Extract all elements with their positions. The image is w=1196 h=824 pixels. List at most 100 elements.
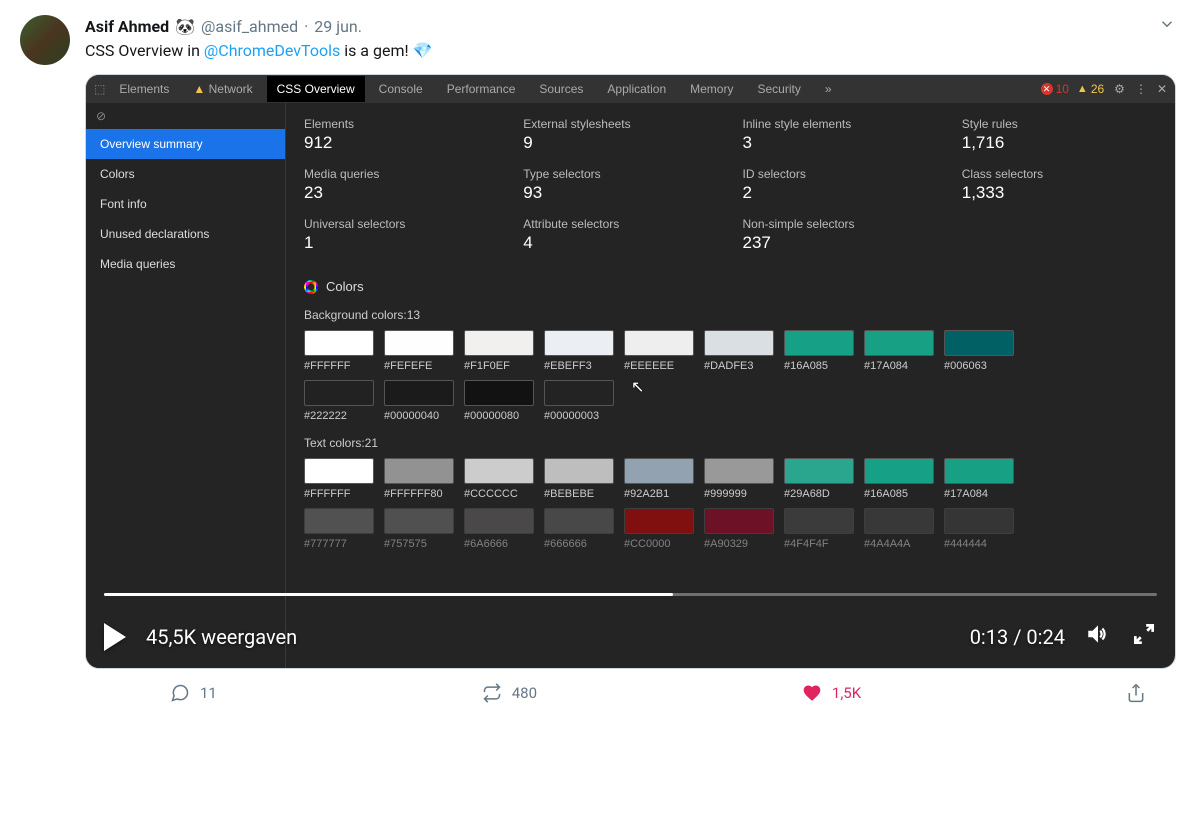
- video-time: 0:13 / 0:24: [970, 625, 1065, 649]
- color-swatch[interactable]: #A90329: [704, 508, 774, 550]
- color-swatch[interactable]: #4F4F4F: [784, 508, 854, 550]
- text-colors-label: Text colors:21: [304, 436, 1157, 450]
- color-swatch[interactable]: #CC0000: [624, 508, 694, 550]
- color-swatch[interactable]: #6A6666: [464, 508, 534, 550]
- gear-icon[interactable]: ⚙: [1114, 82, 1125, 96]
- tab-sources[interactable]: Sources: [529, 76, 593, 102]
- bg-colors-label: Background colors:13: [304, 308, 1157, 322]
- color-swatch[interactable]: #17A084: [944, 458, 1014, 500]
- no-icon[interactable]: ⊘: [86, 103, 285, 129]
- tweet-content: Asif Ahmed 🐼 @asif_ahmed · 29 jun. CSS O…: [85, 15, 1176, 713]
- error-badge[interactable]: ✕10: [1041, 82, 1069, 96]
- tab-memory[interactable]: Memory: [680, 76, 743, 102]
- volume-icon[interactable]: [1085, 621, 1111, 652]
- tab-application[interactable]: Application: [597, 76, 676, 102]
- color-swatch[interactable]: #4A4A4A: [864, 508, 934, 550]
- stat-item: Style rules1,716: [962, 117, 1157, 153]
- color-code: #999999: [704, 488, 747, 500]
- sidebar-item-colors[interactable]: Colors: [86, 159, 285, 189]
- color-swatch[interactable]: #17A084: [864, 330, 934, 372]
- stat-label: Style rules: [962, 117, 1157, 131]
- tab-console[interactable]: Console: [369, 76, 433, 102]
- color-swatch[interactable]: #222222: [304, 380, 374, 422]
- color-swatch[interactable]: #757575: [384, 508, 454, 550]
- stat-label: Type selectors: [523, 167, 718, 181]
- reply-button[interactable]: 11: [170, 683, 217, 703]
- color-code: #777777: [304, 538, 347, 550]
- devtools-ui: ⬚ Elements ▲ Network CSS Overview Consol…: [86, 75, 1175, 668]
- color-code: #00000003: [544, 410, 599, 422]
- stat-label: Media queries: [304, 167, 499, 181]
- color-swatch[interactable]: #999999: [704, 458, 774, 500]
- color-code: #00000080: [464, 410, 519, 422]
- stats-grid: Elements912External stylesheets9Inline s…: [304, 117, 1157, 253]
- video-progress[interactable]: [104, 593, 1157, 596]
- play-button[interactable]: [104, 623, 126, 651]
- tab-network[interactable]: ▲ Network: [183, 76, 262, 102]
- tab-elements[interactable]: Elements: [109, 76, 179, 102]
- color-swatch[interactable]: #F1F0EF: [464, 330, 534, 372]
- color-swatch[interactable]: #00000040: [384, 380, 454, 422]
- color-swatch[interactable]: #FEFEFE: [384, 330, 454, 372]
- sidebar-item-overview[interactable]: Overview summary: [86, 129, 285, 159]
- color-code: #00000040: [384, 410, 439, 422]
- color-code: #16A085: [784, 360, 828, 372]
- like-count: 1,5K: [832, 684, 861, 702]
- sidebar-item-font[interactable]: Font info: [86, 189, 285, 219]
- color-code: #666666: [544, 538, 587, 550]
- color-swatch[interactable]: #EBEFF3: [544, 330, 614, 372]
- stat-item: Non-simple selectors237: [743, 217, 938, 253]
- color-swatch[interactable]: #29A68D: [784, 458, 854, 500]
- avatar[interactable]: [20, 15, 70, 65]
- color-swatch[interactable]: #CCCCCC: [464, 458, 534, 500]
- color-swatch[interactable]: #00000080: [464, 380, 534, 422]
- retweet-button[interactable]: 480: [482, 683, 537, 703]
- color-swatch[interactable]: #FFFFFF: [304, 330, 374, 372]
- color-swatch[interactable]: #BEBEBE: [544, 458, 614, 500]
- color-swatch[interactable]: #FFFFFF80: [384, 458, 454, 500]
- stat-value: 2: [743, 183, 938, 203]
- color-swatch[interactable]: #16A085: [864, 458, 934, 500]
- close-icon[interactable]: ✕: [1157, 82, 1167, 96]
- sidebar-item-media[interactable]: Media queries: [86, 249, 285, 279]
- inspect-icon[interactable]: ⬚: [94, 82, 105, 96]
- color-swatch[interactable]: #666666: [544, 508, 614, 550]
- author-name[interactable]: Asif Ahmed: [85, 17, 169, 36]
- stat-value: 23: [304, 183, 499, 203]
- share-button[interactable]: [1126, 683, 1146, 703]
- stat-item: Type selectors93: [523, 167, 718, 203]
- sidebar-item-unused[interactable]: Unused declarations: [86, 219, 285, 249]
- tweet-header: Asif Ahmed 🐼 @asif_ahmed · 29 jun.: [85, 15, 1176, 37]
- swatch-row: #FFFFFF #FFFFFF80#CCCCCC#BEBEBE#92A2B1 #99…: [304, 458, 1157, 500]
- devtools-main: Elements912External stylesheets9Inline s…: [286, 103, 1175, 668]
- gem-icon: 💎: [413, 41, 433, 60]
- color-swatch[interactable]: #16A085: [784, 330, 854, 372]
- tab-more[interactable]: »: [815, 76, 842, 102]
- view-count: 45,5K weergaven: [146, 625, 297, 649]
- color-swatch[interactable]: #FFFFFF: [304, 458, 374, 500]
- color-swatch[interactable]: #92A2B1: [624, 458, 694, 500]
- tab-performance[interactable]: Performance: [437, 76, 526, 102]
- stat-value: 3: [743, 133, 938, 153]
- color-swatch[interactable]: #EEEEEE: [624, 330, 694, 372]
- color-swatch[interactable]: #00000003: [544, 380, 614, 422]
- kebab-icon[interactable]: ⋮: [1135, 82, 1147, 96]
- stat-label: Non-simple selectors: [743, 217, 938, 231]
- author-handle[interactable]: @asif_ahmed: [201, 17, 298, 36]
- like-button[interactable]: 1,5K: [802, 683, 861, 703]
- color-code: #F1F0EF: [464, 360, 510, 372]
- warn-badge[interactable]: ▲26: [1077, 82, 1104, 96]
- color-swatch[interactable]: #777777: [304, 508, 374, 550]
- tab-css-overview[interactable]: CSS Overview: [267, 76, 365, 102]
- color-code: #444444: [944, 538, 987, 550]
- tab-security[interactable]: Security: [747, 76, 810, 102]
- color-swatch[interactable]: #006063: [944, 330, 1014, 372]
- color-code: #FFFFFF: [304, 488, 350, 500]
- tweet-date[interactable]: 29 jun.: [314, 17, 362, 36]
- media-video[interactable]: ⬚ Elements ▲ Network CSS Overview Consol…: [85, 74, 1176, 669]
- mention-link[interactable]: @ChromeDevTools: [204, 41, 340, 60]
- tweet-menu-caret[interactable]: [1158, 15, 1176, 37]
- color-swatch[interactable]: #444444: [944, 508, 1014, 550]
- fullscreen-icon[interactable]: [1131, 621, 1157, 652]
- color-swatch[interactable]: #DADFE3: [704, 330, 774, 372]
